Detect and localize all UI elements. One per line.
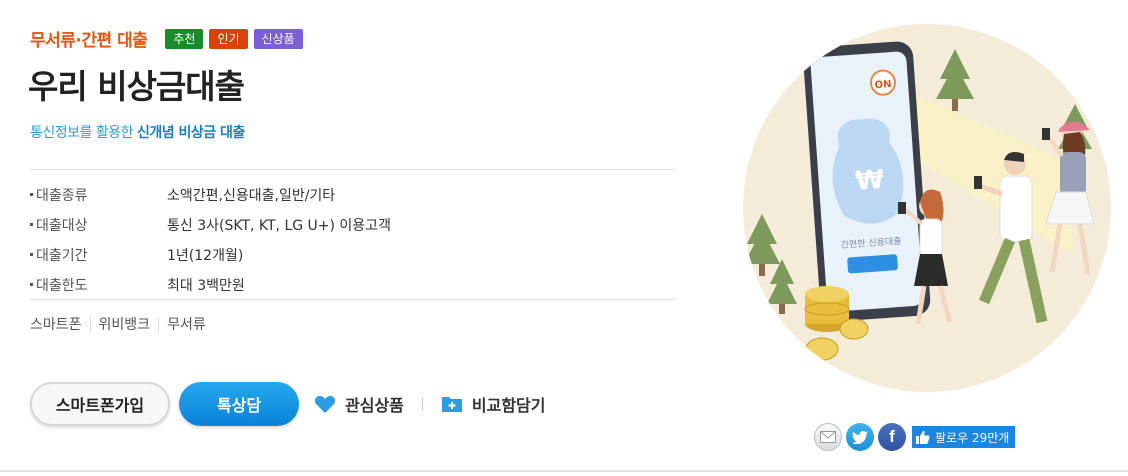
spec-row-loan-target: 대출대상 통신 3사(SKT, KT, LG U+) 이용고객 — [30, 210, 676, 240]
spec-label: 대출기간 — [30, 245, 167, 265]
compare-label: 비교함담기 — [471, 396, 546, 415]
spec-row-loan-period: 대출기간 1년(12개월) — [30, 240, 676, 270]
favorite-label: 관심상품 — [345, 396, 404, 415]
action-separator — [421, 397, 423, 411]
tag-wibee-bank[interactable]: 위비뱅크 — [89, 317, 159, 333]
smartphone-join-button[interactable]: 스마트폰가입 — [30, 382, 170, 426]
mail-icon — [820, 431, 836, 443]
folder-add-icon — [441, 395, 463, 413]
divider-top — [30, 169, 676, 170]
won-symbol-icon: ₩ — [854, 165, 885, 197]
talk-consult-button[interactable]: 톡상담 — [179, 382, 299, 426]
badge-group: 추천 인기 신상품 — [165, 28, 303, 49]
product-subtitle: 통신정보를 활용한 신개념 비상금 대출 — [30, 122, 245, 142]
thumbs-up-icon — [916, 430, 930, 444]
facebook-share-button[interactable]: f — [878, 423, 906, 451]
social-share-bar: f 팔로우 29만개 — [814, 423, 1016, 451]
spec-row-loan-type: 대출종류 소액간편,신용대출,일반/기타 — [30, 180, 676, 210]
twitter-bird-icon — [852, 430, 868, 444]
badge-new: 신상품 — [253, 28, 303, 49]
phone-on-badge: ON — [874, 79, 892, 91]
tag-list: 스마트폰 위비뱅크 무서류 — [30, 317, 214, 333]
favorite-product-button[interactable]: 관심상품 — [314, 392, 404, 416]
spec-list: 대출종류 소액간편,신용대출,일반/기타 대출대상 통신 3사(SKT, KT,… — [30, 180, 676, 300]
product-title: 우리 비상금대출 — [28, 67, 245, 106]
follow-count: 팔로우 29만개 — [935, 430, 1010, 445]
heart-icon — [314, 395, 336, 414]
tag-no-documents[interactable]: 무서류 — [158, 317, 214, 333]
spec-label: 대출대상 — [30, 215, 167, 235]
spec-value: 최대 3백만원 — [167, 278, 245, 294]
product-category: 무서류·간편 대출 — [30, 31, 148, 51]
tag-smartphone[interactable]: 스마트폰 — [30, 317, 90, 333]
spec-value: 1년(12개월) — [167, 248, 244, 264]
product-category-row: 무서류·간편 대출 추천 인기 신상품 — [30, 26, 303, 51]
badge-popular: 인기 — [209, 28, 248, 49]
subtitle-prefix: 통신정보를 활용한 — [30, 125, 134, 141]
subtitle-emphasis: 신개념 비상금 대출 — [136, 125, 245, 141]
divider-bottom — [30, 299, 676, 300]
bottom-divider — [0, 470, 1128, 472]
spec-label: 대출한도 — [30, 275, 167, 295]
facebook-f-icon: f — [889, 427, 895, 446]
product-illustration: ON ₩ 간편한 신용대출 — [742, 24, 1112, 392]
badge-recommend: 추천 — [165, 28, 204, 49]
spec-label: 대출종류 — [30, 185, 167, 205]
spec-value: 소액간편,신용대출,일반/기타 — [167, 188, 336, 204]
email-share-button[interactable] — [814, 423, 842, 451]
spec-value: 통신 3사(SKT, KT, LG U+) 이용고객 — [167, 218, 391, 234]
twitter-share-button[interactable] — [846, 423, 874, 451]
action-bar: 스마트폰가입 톡상담 관심상품 비교함담기 — [30, 382, 546, 426]
spec-row-loan-limit: 대출한도 최대 3백만원 — [30, 270, 676, 300]
follow-button[interactable]: 팔로우 29만개 — [912, 426, 1016, 448]
add-to-compare-button[interactable]: 비교함담기 — [441, 392, 546, 416]
